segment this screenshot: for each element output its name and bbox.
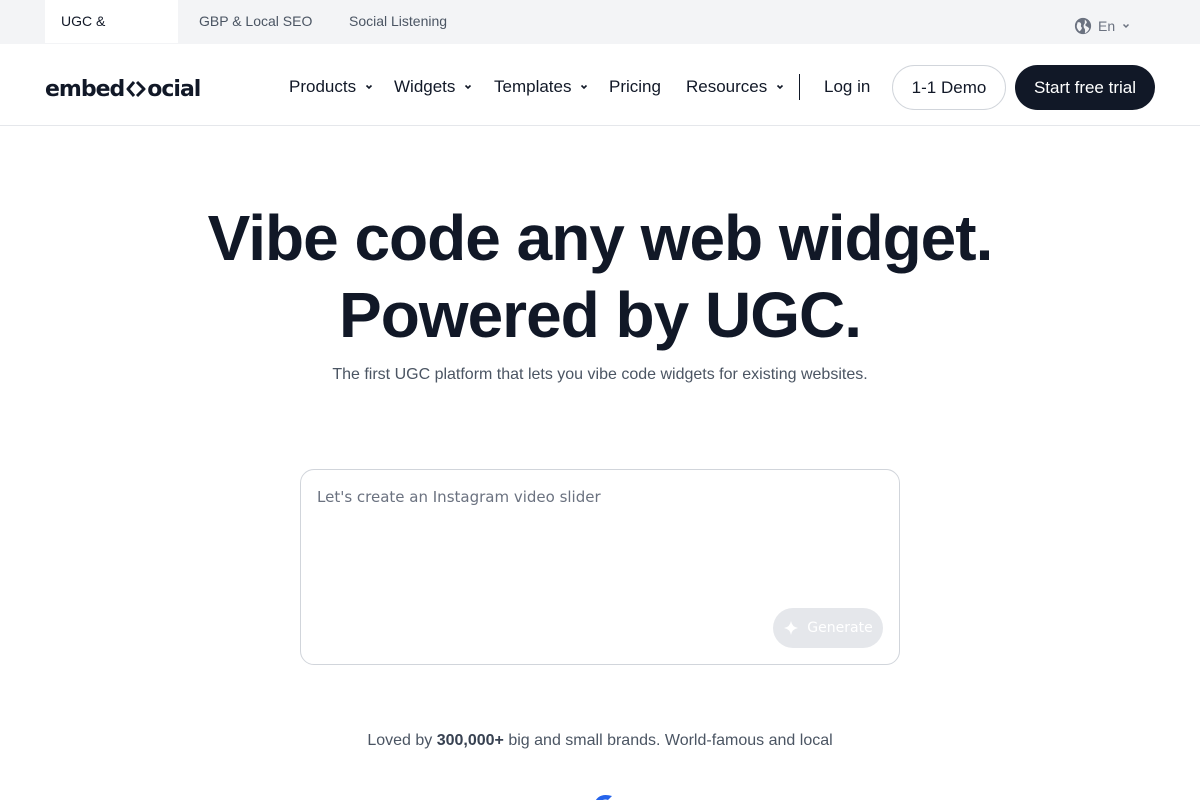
start-free-trial-button[interactable]: Start free trial [1015,65,1155,110]
language-label: En [1098,18,1116,34]
chevron-down-icon [581,84,588,90]
hero-title-line-2: Powered by UGC. [339,279,862,351]
social-proof-text: Loved by 300,000+ big and small brands. … [0,732,1200,750]
main-header: embed ocial Products Widgets Templates P… [0,44,1200,126]
sparkle-icon [784,621,799,635]
tab-gbp-local-seo[interactable]: GBP & Local SEO [183,0,328,43]
social-proof-prefix: Loved by [367,732,437,749]
nav-products[interactable]: Products [289,75,374,99]
chevron-down-icon [366,84,373,90]
language-selector[interactable]: En [1074,16,1131,36]
logo[interactable]: embed ocial [45,76,201,102]
chevron-down-icon [1123,23,1130,29]
nav-templates-label: Templates [494,77,572,96]
logo-text-right: ocial [147,76,201,102]
demo-button[interactable]: 1-1 Demo [892,65,1006,110]
top-bar: UGC & Reviews GBP & Local SEO Social Lis… [0,0,1200,72]
tab-ugc-reviews[interactable]: UGC & Reviews [45,0,178,72]
nav-divider [799,74,800,100]
hero-title: Vibe code any web widget. Powered by UGC… [0,200,1200,354]
nav-resources-label: Resources [686,77,768,96]
hero-title-line-1: Vibe code any web widget. [207,202,994,274]
nav-widgets-label: Widgets [394,77,456,96]
generate-label: Generate [807,620,873,636]
nav-products-label: Products [289,77,357,96]
nav-resources[interactable]: Resources [686,75,785,99]
prompt-box: Generate [300,469,900,665]
chevron-down-icon [465,84,472,90]
nav-pricing-label: Pricing [609,77,661,96]
hero-subtitle: The first UGC platform that lets you vib… [332,366,868,383]
generate-button[interactable]: Generate [773,608,883,648]
social-proof-count: 300,000+ [436,732,504,749]
login-link[interactable]: Log in [824,75,870,99]
nav-widgets[interactable]: Widgets [394,75,473,99]
nav-pricing[interactable]: Pricing [609,75,661,99]
logo-text-left: embed [45,76,125,102]
social-proof-suffix: big and small brands. World-famous and l… [503,732,833,749]
globe-icon [1074,17,1092,35]
brand-logo-partial [595,795,612,800]
nav-templates[interactable]: Templates [494,75,589,99]
chevron-down-icon [777,84,784,90]
prompt-input[interactable] [317,488,877,608]
logo-code-mark-icon [126,80,146,98]
tab-social-listening[interactable]: Social Listening [333,0,463,43]
